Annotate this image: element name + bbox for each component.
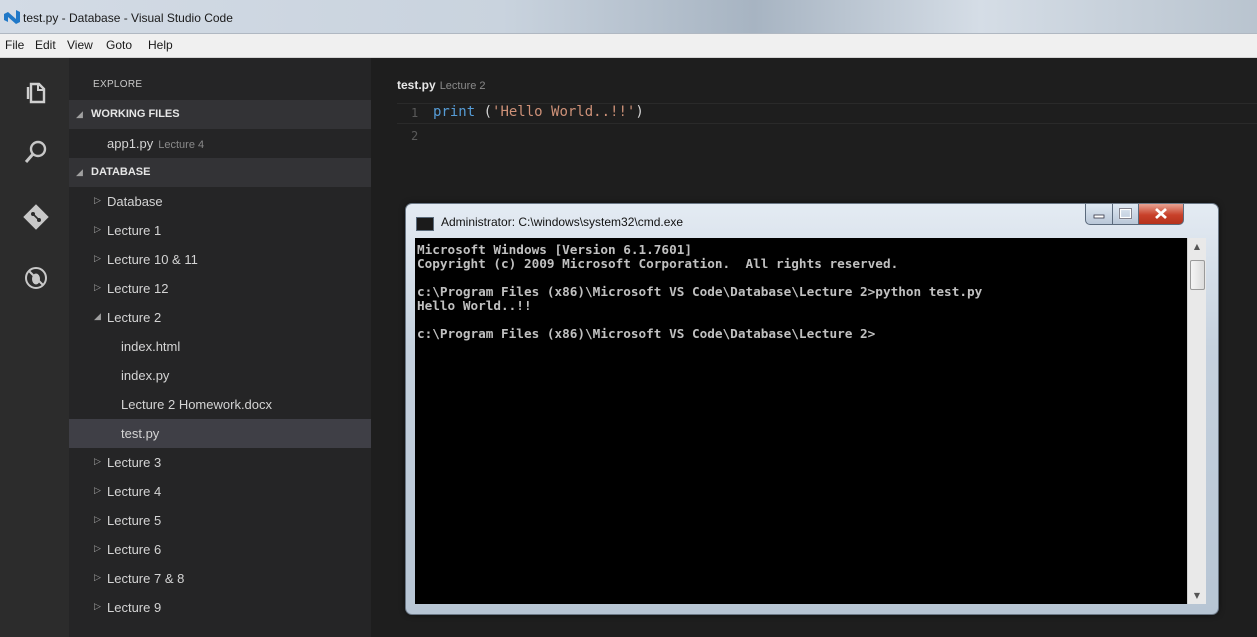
- working-files-label: WORKING FILES: [91, 108, 180, 120]
- files-icon[interactable]: [22, 78, 50, 106]
- tree-item-label: Lecture 1: [107, 223, 162, 238]
- collapse-caret-icon: ◢: [76, 167, 83, 177]
- tree-item-label: Lecture 3: [107, 455, 162, 470]
- working-files-header[interactable]: ◢ WORKING FILES: [69, 100, 371, 129]
- tree-item-label: index.py: [121, 368, 170, 383]
- tree-item-label: Lecture 5: [107, 513, 162, 528]
- tree-folder-lecture-5[interactable]: ▷ Lecture 5: [69, 506, 371, 535]
- working-file-name: app1.py: [107, 136, 154, 151]
- tree-item-label: test.py: [121, 426, 160, 441]
- tree-item-label: Lecture 2 Homework.docx: [121, 397, 273, 412]
- code-line-1[interactable]: print ('Hello World..!!'): [433, 104, 644, 120]
- tree-file-test-py[interactable]: test.py: [69, 419, 371, 448]
- tree-folder-lecture-9[interactable]: ▷ Lecture 9: [69, 593, 371, 622]
- search-icon[interactable]: [22, 138, 50, 166]
- expand-caret-icon: ▷: [94, 601, 101, 611]
- expand-caret-icon: ▷: [94, 282, 101, 292]
- expand-caret-icon: ▷: [94, 456, 101, 466]
- window-title: test.py - Database - Visual Studio Code: [23, 11, 233, 25]
- close-icon: [1155, 207, 1167, 220]
- tree-folder-lecture-10-11[interactable]: ▷ Lecture 10 & 11: [69, 245, 371, 274]
- explore-title: EXPLORE: [93, 79, 143, 90]
- scroll-up-arrow-icon[interactable]: ▲: [1188, 238, 1206, 255]
- git-icon[interactable]: [22, 203, 50, 231]
- collapse-caret-icon: ◢: [76, 109, 83, 119]
- menu-help[interactable]: Help: [148, 38, 173, 52]
- database-label: DATABASE: [91, 166, 151, 178]
- collapse-caret-icon: ◢: [94, 311, 101, 321]
- code-string: 'Hello World..!!': [492, 104, 636, 120]
- tree-item-label: Lecture 7 & 8: [107, 571, 185, 586]
- tree-folder-lecture-7-8[interactable]: ▷ Lecture 7 & 8: [69, 564, 371, 593]
- console-line: Hello World..!!: [417, 298, 532, 313]
- activity-bar: [0, 58, 69, 637]
- tree-item-label: Lecture 10 & 11: [107, 252, 198, 267]
- editor-file-title[interactable]: test.py Lecture 2: [397, 78, 486, 92]
- close-button[interactable]: [1138, 204, 1184, 225]
- tree-folder-lecture-2[interactable]: ◢ Lecture 2: [69, 303, 371, 332]
- cmd-window-title: Administrator: C:\windows\system32\cmd.e…: [441, 215, 684, 229]
- minimize-icon: [1093, 214, 1105, 219]
- tree-folder-lecture-12[interactable]: ▷ Lecture 12: [69, 274, 371, 303]
- tree-folder-lecture-3[interactable]: ▷ Lecture 3: [69, 448, 371, 477]
- cmd-app-icon: [416, 217, 434, 231]
- expand-caret-icon: ▷: [94, 485, 101, 495]
- cmd-console[interactable]: Microsoft Windows [Version 6.1.7601] Cop…: [415, 238, 1187, 604]
- code-keyword: print: [433, 104, 476, 120]
- working-file-folder: Lecture 4: [158, 139, 205, 151]
- menu-file[interactable]: File: [5, 38, 24, 52]
- code-paren-open: (: [475, 104, 493, 120]
- expand-caret-icon: ▷: [94, 195, 101, 205]
- tree-item-label: Lecture 4: [107, 484, 162, 499]
- menu-goto[interactable]: Goto: [106, 38, 132, 52]
- tree-item-label: index.html: [121, 339, 181, 354]
- tree-file-homework-docx[interactable]: Lecture 2 Homework.docx: [69, 390, 371, 419]
- line-number: 2: [411, 129, 419, 143]
- cmd-scrollbar[interactable]: ▲ ▼: [1187, 238, 1206, 604]
- expand-caret-icon: ▷: [94, 224, 101, 234]
- tree-folder-lecture-6[interactable]: ▷ Lecture 6: [69, 535, 371, 564]
- expand-caret-icon: ▷: [94, 253, 101, 263]
- scroll-thumb[interactable]: [1190, 260, 1205, 290]
- maximize-icon: [1118, 207, 1133, 220]
- cmd-window[interactable]: Administrator: C:\windows\system32\cmd.e…: [405, 203, 1219, 615]
- tree-file-index-html[interactable]: index.html: [69, 332, 371, 361]
- menu-view[interactable]: View: [67, 38, 93, 52]
- working-file-item[interactable]: app1.py Lecture 4: [69, 129, 371, 158]
- tree-item-label: Database: [107, 194, 163, 209]
- tree-item-label: Lecture 12: [107, 281, 169, 296]
- tree-item-label: Lecture 2: [107, 310, 162, 325]
- minimize-button[interactable]: [1085, 204, 1113, 225]
- console-line: c:\Program Files (x86)\Microsoft VS Code…: [417, 326, 876, 341]
- expand-caret-icon: ▷: [94, 514, 101, 524]
- explorer-sidebar: EXPLORE ◢ WORKING FILES app1.py Lecture 4…: [69, 58, 371, 637]
- console-line: c:\Program Files (x86)\Microsoft VS Code…: [417, 284, 983, 299]
- code-paren-close: ): [635, 104, 644, 120]
- tree-file-index-py[interactable]: index.py: [69, 361, 371, 390]
- editor-file-folder: Lecture 2: [439, 80, 486, 92]
- title-bar: test.py - Database - Visual Studio Code: [0, 0, 1257, 34]
- console-line: Microsoft Windows [Version 6.1.7601]: [417, 242, 692, 257]
- editor-file-name: test.py: [397, 78, 436, 92]
- console-line: Copyright (c) 2009 Microsoft Corporation…: [417, 256, 899, 271]
- expand-caret-icon: ▷: [94, 572, 101, 582]
- tree-item-label: Lecture 9: [107, 600, 162, 615]
- line-number: 1: [411, 106, 419, 120]
- database-header[interactable]: ◢ DATABASE: [69, 158, 371, 187]
- tree-folder-lecture-4[interactable]: ▷ Lecture 4: [69, 477, 371, 506]
- debug-icon[interactable]: [22, 264, 50, 292]
- expand-caret-icon: ▷: [94, 543, 101, 553]
- tree-folder-database[interactable]: ▷ Database: [69, 187, 371, 216]
- scroll-down-arrow-icon[interactable]: ▼: [1188, 587, 1206, 604]
- tree-item-label: Lecture 6: [107, 542, 162, 557]
- tree-folder-lecture-1[interactable]: ▷ Lecture 1: [69, 216, 371, 245]
- menu-bar: File Edit View Goto Help: [0, 34, 1257, 58]
- menu-edit[interactable]: Edit: [35, 38, 56, 52]
- vscode-logo-icon: [4, 10, 20, 24]
- maximize-button[interactable]: [1112, 204, 1139, 225]
